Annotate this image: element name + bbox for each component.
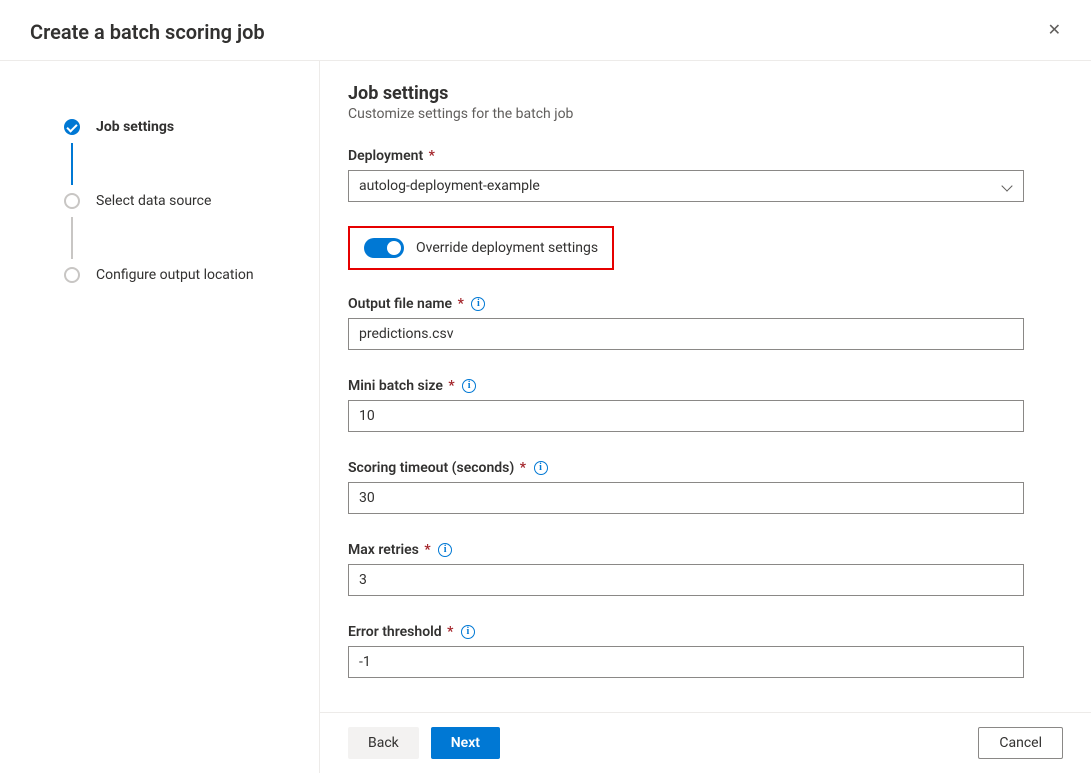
label-text: Scoring timeout (seconds) (348, 460, 514, 476)
mini-batch-label: Mini batch size * i (348, 378, 1063, 394)
error-threshold-input[interactable] (348, 646, 1024, 678)
field-scoring-timeout: Scoring timeout (seconds) * i (348, 460, 1063, 514)
deployment-value: autolog-deployment-example (359, 178, 540, 194)
info-icon[interactable]: i (534, 461, 548, 475)
main-scroll-area[interactable]: Job settings Customize settings for the … (320, 61, 1091, 712)
required-asterisk: * (421, 542, 431, 558)
field-output-file-name: Output file name * i (348, 296, 1063, 350)
step-select-data-source[interactable]: Select data source (64, 191, 319, 211)
step-configure-output[interactable]: Configure output location (64, 265, 319, 285)
step-label: Select data source (96, 193, 211, 209)
field-max-retries: Max retries * i (348, 542, 1063, 596)
label-text: Output file name (348, 296, 452, 312)
step-connector (71, 143, 73, 185)
info-icon[interactable]: i (471, 297, 485, 311)
mini-batch-input[interactable] (348, 400, 1024, 432)
section-title: Job settings (348, 83, 1063, 104)
label-text: Mini batch size (348, 378, 443, 394)
output-file-input[interactable] (348, 318, 1024, 350)
override-toggle[interactable] (364, 238, 404, 258)
override-toggle-label: Override deployment settings (416, 240, 598, 256)
wizard-stepper: Job settings Select data source Configur… (0, 61, 320, 773)
required-asterisk: * (516, 460, 526, 476)
label-text: Error threshold (348, 624, 442, 640)
checkmark-icon (64, 119, 80, 135)
scoring-timeout-label: Scoring timeout (seconds) * i (348, 460, 1063, 476)
dialog-title: Create a batch scoring job (30, 20, 265, 44)
field-deployment: Deployment * autolog-deployment-example (348, 148, 1063, 202)
error-threshold-label: Error threshold * i (348, 624, 1063, 640)
step-connector (71, 217, 73, 259)
output-file-label: Output file name * i (348, 296, 1063, 312)
dialog-body: Job settings Select data source Configur… (0, 61, 1091, 773)
info-icon[interactable]: i (462, 379, 476, 393)
deployment-select[interactable]: autolog-deployment-example (348, 170, 1024, 202)
required-asterisk: * (445, 378, 455, 394)
field-error-threshold: Error threshold * i (348, 624, 1063, 678)
info-icon[interactable]: i (438, 543, 452, 557)
label-text: Max retries (348, 542, 419, 558)
deployment-label: Deployment * (348, 148, 1063, 164)
required-asterisk: * (444, 624, 454, 640)
max-retries-label: Max retries * i (348, 542, 1063, 558)
next-button[interactable]: Next (431, 727, 500, 759)
footer-left-buttons: Back Next (348, 727, 500, 759)
wizard-footer: Back Next Cancel (320, 712, 1091, 773)
step-job-settings[interactable]: Job settings (64, 117, 319, 137)
circle-icon (64, 193, 80, 209)
scoring-timeout-input[interactable] (348, 482, 1024, 514)
main-panel: Job settings Customize settings for the … (320, 61, 1091, 773)
label-text: Deployment (348, 148, 423, 164)
chevron-down-icon (1001, 180, 1013, 192)
field-mini-batch-size: Mini batch size * i (348, 378, 1063, 432)
step-label: Job settings (96, 119, 174, 135)
required-asterisk: * (425, 148, 435, 164)
info-icon[interactable]: i (461, 625, 475, 639)
override-deployment-settings: Override deployment settings (348, 226, 614, 270)
max-retries-input[interactable] (348, 564, 1024, 596)
cancel-button[interactable]: Cancel (978, 727, 1063, 759)
circle-icon (64, 267, 80, 283)
back-button[interactable]: Back (348, 727, 419, 759)
section-subtitle: Customize settings for the batch job (348, 106, 1063, 122)
required-asterisk: * (454, 296, 464, 312)
close-icon[interactable]: ✕ (1042, 20, 1067, 40)
dialog-header: Create a batch scoring job ✕ (0, 0, 1091, 61)
step-label: Configure output location (96, 267, 254, 283)
